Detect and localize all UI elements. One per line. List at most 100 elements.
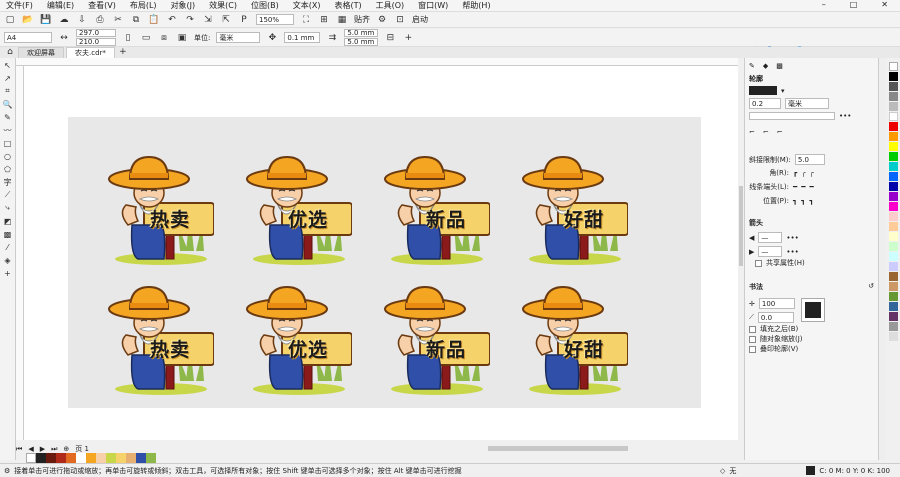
import-icon[interactable]: ⇲ bbox=[202, 14, 214, 26]
minimize-icon[interactable]: – bbox=[822, 0, 826, 9]
corner-miter-icon[interactable]: ┏ bbox=[793, 169, 797, 177]
more-icon[interactable]: ••• bbox=[786, 234, 798, 242]
artistic-media-icon[interactable]: 〰 bbox=[3, 125, 13, 135]
center-position-icon[interactable]: ┓ bbox=[801, 197, 805, 205]
rulers-icon[interactable]: ⊞ bbox=[318, 14, 330, 26]
sticker-3[interactable]: 新品 bbox=[384, 155, 491, 271]
horizontal-scroll-thumb[interactable] bbox=[488, 446, 628, 451]
dash-style-icon[interactable]: ⌐ bbox=[777, 128, 783, 136]
swatch[interactable] bbox=[888, 242, 898, 251]
menu-window[interactable]: 窗口(W) bbox=[418, 0, 448, 11]
swatch[interactable] bbox=[76, 453, 86, 463]
freehand-tool-icon[interactable]: ✎ bbox=[3, 112, 13, 122]
options-gear-icon[interactable]: ⚙ bbox=[376, 14, 388, 26]
menu-table[interactable]: 表格(T) bbox=[334, 0, 361, 11]
nib-shape-preview[interactable] bbox=[801, 298, 825, 322]
snap-to-dropdown[interactable]: 贴齐 bbox=[354, 14, 370, 25]
swatch[interactable] bbox=[888, 232, 898, 241]
open-folder-icon[interactable]: 📂 bbox=[22, 14, 34, 26]
crop-tool-icon[interactable]: ⌗ bbox=[3, 86, 13, 96]
vertical-scroll-thumb[interactable] bbox=[739, 186, 743, 266]
swatch[interactable] bbox=[888, 72, 898, 81]
copy-icon[interactable]: ⧉ bbox=[130, 14, 142, 26]
more-icon[interactable]: ••• bbox=[786, 248, 798, 256]
add-page-icon[interactable]: ⊕ bbox=[63, 445, 69, 453]
sticker-7[interactable]: 新品 bbox=[384, 285, 491, 401]
docker-side-tabs[interactable] bbox=[878, 58, 886, 460]
upload-icon[interactable]: ☁ bbox=[58, 14, 70, 26]
outline-unit-select[interactable]: 毫米 bbox=[785, 98, 829, 109]
pdf-icon[interactable]: P bbox=[238, 14, 250, 26]
new-file-icon[interactable]: ▢ bbox=[4, 14, 16, 26]
page-width-input[interactable]: 297.0 mm bbox=[76, 29, 116, 44]
launch-icon[interactable]: ⊡ bbox=[394, 14, 406, 26]
cap-round-icon[interactable]: ━ bbox=[801, 183, 805, 191]
interactive-fill-icon[interactable]: ◈ bbox=[3, 255, 13, 265]
home-icon[interactable]: ⌂ bbox=[4, 46, 16, 58]
maximize-icon[interactable]: □ bbox=[850, 0, 858, 9]
swatch[interactable] bbox=[888, 202, 898, 211]
fill-tab-icon[interactable]: ◆ bbox=[763, 62, 768, 70]
share-attributes-checkbox[interactable] bbox=[755, 259, 762, 267]
swatch-none[interactable] bbox=[888, 62, 898, 71]
fill-indicator-icon[interactable]: ◇ bbox=[720, 467, 725, 475]
swatch[interactable] bbox=[888, 172, 898, 181]
fill-behind-checkbox[interactable] bbox=[749, 325, 756, 333]
portrait-icon[interactable]: ▯ bbox=[122, 32, 134, 44]
cap-square-icon[interactable]: ━ bbox=[809, 183, 813, 191]
sticker-4[interactable]: 好甜 bbox=[522, 155, 629, 271]
fullscreen-icon[interactable]: ⛶ bbox=[300, 14, 312, 26]
swatch[interactable] bbox=[146, 453, 156, 463]
redo-icon[interactable]: ↷ bbox=[184, 14, 196, 26]
new-tab-icon[interactable]: + bbox=[117, 46, 129, 58]
swatch[interactable] bbox=[888, 152, 898, 161]
swatch[interactable] bbox=[36, 453, 46, 463]
add-icon[interactable]: + bbox=[402, 32, 414, 44]
launch-dropdown[interactable]: 启动 bbox=[412, 14, 428, 25]
overprint-checkbox[interactable] bbox=[749, 345, 756, 353]
duplicate-x-input[interactable]: 5.0 mm bbox=[344, 29, 379, 37]
swatch[interactable] bbox=[888, 192, 898, 201]
transparency-icon[interactable]: ▩ bbox=[3, 229, 13, 239]
pick-tool-icon[interactable]: ↖ bbox=[3, 60, 13, 70]
menu-layout[interactable]: 布局(L) bbox=[130, 0, 157, 11]
tab-welcome[interactable]: 欢迎屏幕 bbox=[18, 47, 64, 58]
inside-position-icon[interactable]: ┓ bbox=[809, 197, 813, 205]
swatch[interactable] bbox=[56, 453, 66, 463]
ellipse-tool-icon[interactable]: ○ bbox=[3, 151, 13, 161]
swatch[interactable] bbox=[46, 453, 56, 463]
start-arrow-select[interactable]: — bbox=[758, 232, 783, 243]
polygon-tool-icon[interactable]: ⬠ bbox=[3, 164, 13, 174]
outline-width-select[interactable]: 0.2 mm bbox=[749, 98, 781, 118]
landscape-icon[interactable]: ▭ bbox=[140, 32, 152, 44]
menu-text[interactable]: 文本(X) bbox=[293, 0, 321, 11]
menu-help[interactable]: 帮助(H) bbox=[462, 0, 490, 11]
cut-icon[interactable]: ✂ bbox=[112, 14, 124, 26]
swatch[interactable] bbox=[106, 453, 116, 463]
print-icon[interactable]: ⎙ bbox=[94, 14, 106, 26]
corner-bevel-icon[interactable]: ┌ bbox=[809, 169, 813, 177]
rectangle-tool-icon[interactable]: □ bbox=[3, 138, 13, 148]
vertical-ruler[interactable] bbox=[16, 66, 24, 440]
swatch[interactable] bbox=[888, 282, 898, 291]
download-icon[interactable]: ⇩ bbox=[76, 14, 88, 26]
connector-tool-icon[interactable]: ⤷ bbox=[3, 203, 13, 213]
menu-view[interactable]: 查看(V) bbox=[88, 0, 116, 11]
sticker-2[interactable]: 优选 bbox=[246, 155, 353, 271]
menu-edit[interactable]: 编辑(E) bbox=[47, 0, 74, 11]
reset-icon[interactable]: ↺ bbox=[868, 282, 874, 290]
zoom-tool-icon[interactable]: 🔍 bbox=[3, 99, 13, 109]
outline-color-swatch[interactable] bbox=[749, 86, 777, 95]
swatch[interactable] bbox=[888, 252, 898, 261]
swatch[interactable] bbox=[888, 182, 898, 191]
menu-tools[interactable]: 工具(O) bbox=[376, 0, 405, 11]
tab-document[interactable]: 农夫.cdr* bbox=[66, 47, 115, 58]
first-page-icon[interactable]: ⏮ bbox=[16, 445, 22, 454]
more-icon[interactable]: ••• bbox=[839, 112, 851, 120]
swatch[interactable] bbox=[66, 453, 76, 463]
line-style-select[interactable] bbox=[749, 112, 835, 120]
sticker-1[interactable]: 热卖 bbox=[108, 155, 215, 271]
page-options-icon[interactable]: ⊟ bbox=[384, 32, 396, 44]
swatch[interactable] bbox=[888, 322, 898, 331]
horizontal-ruler[interactable] bbox=[16, 58, 738, 66]
